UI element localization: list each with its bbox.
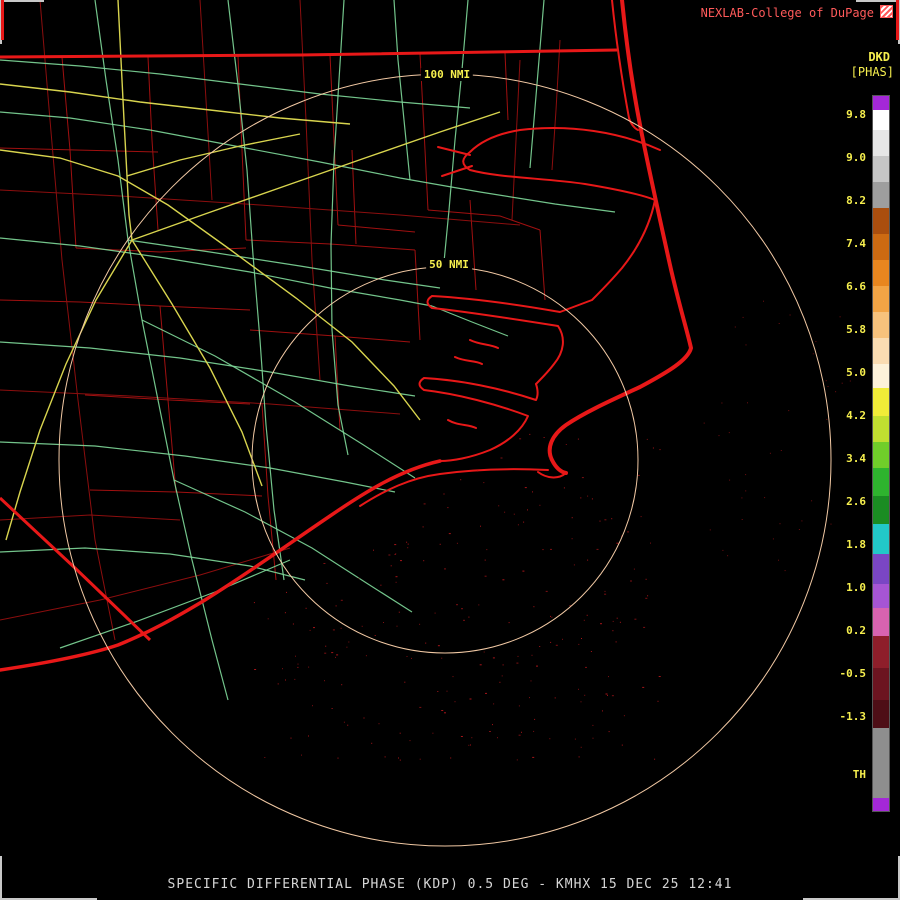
product-units: [PHAS] (850, 65, 894, 79)
colorbar-gradient (872, 95, 890, 812)
colorbar-tick: TH (852, 768, 866, 781)
colorbar-tick: -0.5 (839, 667, 867, 680)
colorbar-tick: 8.2 (846, 194, 866, 207)
radar-speckles (253, 300, 851, 761)
range-ring-label-50nmi: 50 NMI (426, 258, 472, 271)
colorbar-tick: 9.0 (846, 151, 866, 164)
range-ring-label-100nmi: 100 NMI (420, 68, 474, 81)
edge-tick-right (896, 0, 899, 40)
product-caption: SPECIFIC DIFFERENTIAL PHASE (KDP) 0.5 DE… (167, 877, 733, 892)
colorbar-tick: 1.0 (846, 581, 866, 594)
county-lines (0, 0, 561, 641)
cod-logo-icon (880, 5, 893, 18)
road-network-yellow (0, 0, 501, 541)
radar-display: 100 NMI 50 NMI NEXLAB-College of DuPage … (0, 0, 900, 900)
colorbar-tick: 3.4 (846, 452, 866, 465)
product-code: DKD (868, 50, 890, 64)
colorbar-tick: -1.3 (839, 710, 867, 723)
colorbar-tick: 9.8 (846, 108, 866, 121)
state-borders (0, 48, 618, 642)
colorbar-tick: 7.4 (846, 237, 866, 250)
colorbar-tick: 4.2 (846, 409, 866, 422)
colorbar-tick: 5.8 (846, 323, 866, 336)
colorbar-tick: 1.8 (846, 538, 866, 551)
colorbar-tick: 2.6 (846, 495, 866, 508)
colorbar-tick: 5.0 (846, 366, 866, 379)
source-label: NEXLAB-College of DuPage (700, 6, 874, 20)
colorbar-tick: 6.6 (846, 280, 866, 293)
colorbar-tick: 0.2 (846, 624, 866, 637)
radar-map (0, 0, 851, 847)
edge-tick-left (1, 0, 4, 40)
